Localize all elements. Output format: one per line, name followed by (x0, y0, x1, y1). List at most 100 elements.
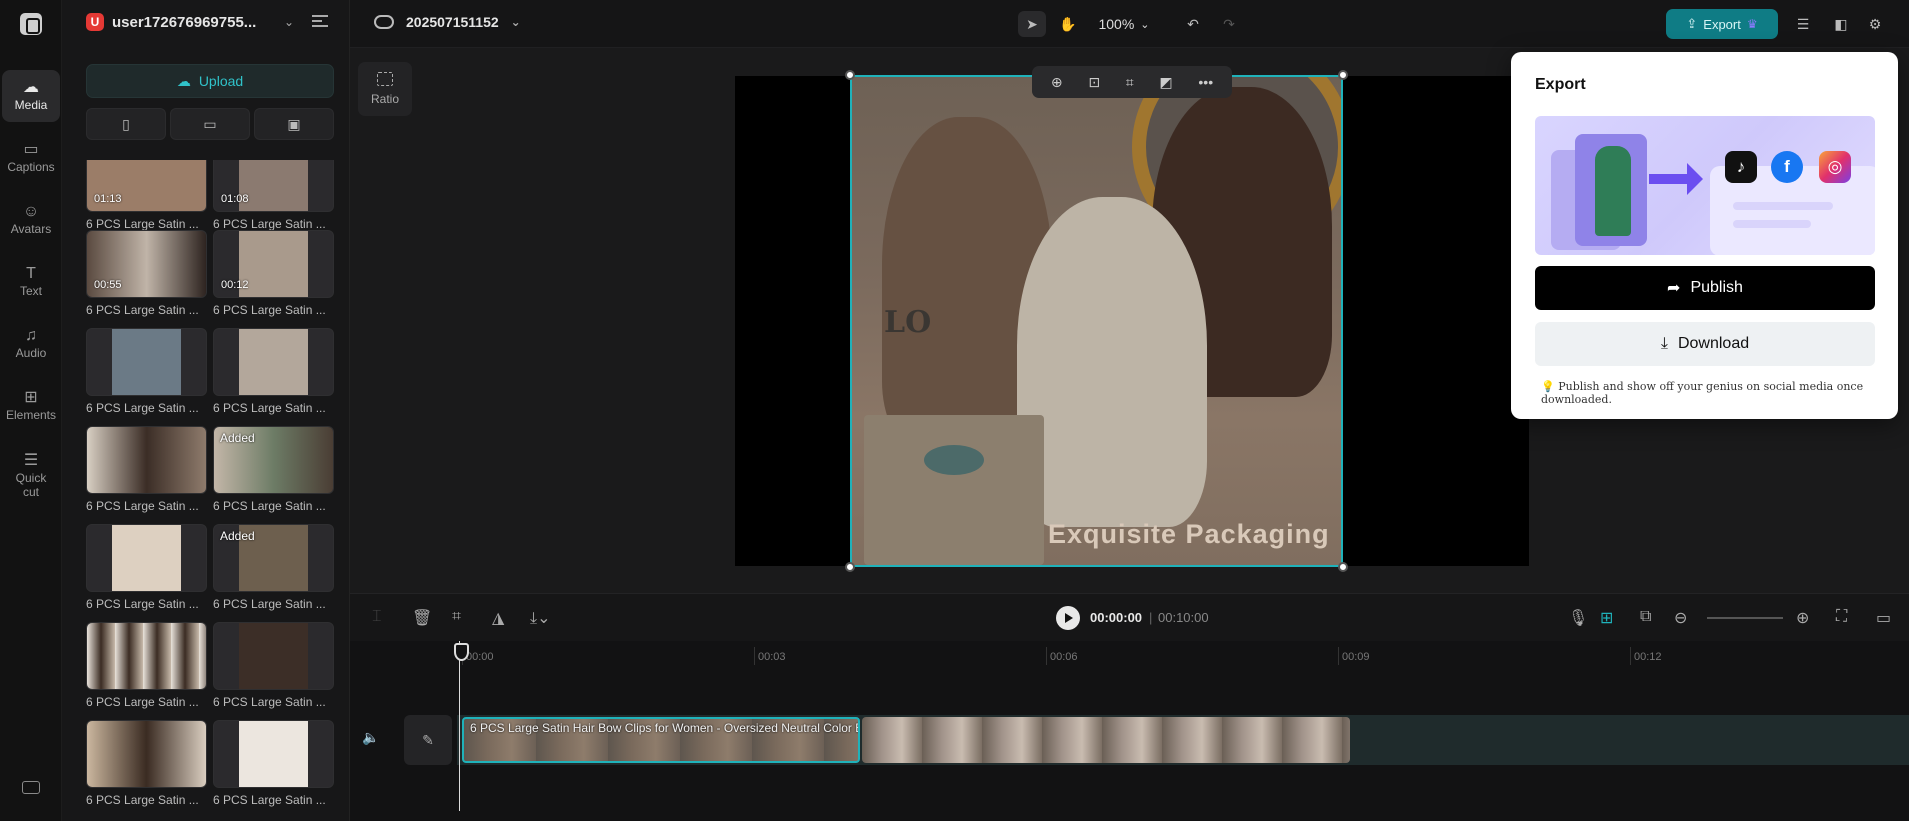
export-banner: ♪ f ◎ (1535, 116, 1875, 255)
upload-button[interactable]: ☁ Upload (86, 64, 334, 98)
rail-item-media[interactable]: ☁ Media (2, 70, 60, 122)
hand-tool-button[interactable]: ✋ (1054, 11, 1082, 37)
settings-button[interactable]: ⚙ (1862, 11, 1888, 37)
timeline[interactable]: 00:00 00:03 00:06 00:09 00:12 🔈 ✎ 6 PCS … (350, 641, 1909, 821)
media-item[interactable]: Added 6 PCS Large Satin ... (213, 426, 334, 513)
split-track-icon[interactable]: ⧉ (1640, 608, 1651, 626)
more-icon[interactable]: ••• (1198, 74, 1213, 90)
resize-handle[interactable] (845, 70, 855, 80)
banner-line (1733, 202, 1833, 210)
export-button[interactable]: ⇪ Export ♛ (1666, 9, 1778, 39)
crop-icon[interactable]: ⌗ (1126, 74, 1134, 91)
added-badge: Added (220, 431, 255, 445)
zoom-in-icon[interactable]: ⊕ (1796, 608, 1809, 628)
gift-box-image (864, 415, 1044, 565)
rail-item-label: Text (19, 283, 42, 298)
download-button[interactable]: ⤓ Download (1535, 322, 1875, 366)
filter-landscape-button[interactable]: ▣ (254, 108, 334, 140)
delete-icon[interactable]: 🗑 (412, 608, 432, 628)
timeline-clip[interactable] (862, 717, 1350, 763)
mute-track-icon[interactable]: 🔈 (362, 729, 379, 746)
selected-clip-preview[interactable]: LO Exquisite Packaging (850, 75, 1343, 567)
media-item[interactable]: 00:55 6 PCS Large Satin ... (86, 230, 207, 317)
rail-item-captions[interactable]: ▭ Captions (2, 132, 60, 184)
layout-button[interactable]: ◧ (1828, 11, 1854, 37)
rail-item-quick-cut[interactable]: ☰ Quick cut (2, 446, 60, 506)
redo-button[interactable]: ↷ (1216, 11, 1242, 37)
media-caption: 6 PCS Large Satin ... (86, 597, 199, 611)
resize-handle[interactable] (1338, 562, 1348, 572)
media-item[interactable]: 6 PCS Large Satin ... (86, 426, 207, 513)
text-icon: T (26, 264, 36, 282)
overlay-text: Exquisite Packaging (1048, 519, 1330, 549)
sort-menu-icon[interactable] (312, 15, 328, 27)
microphone-icon[interactable]: 🎙 (1568, 608, 1588, 628)
edit-track-button[interactable]: ✎ (404, 715, 452, 765)
media-item[interactable]: 6 PCS Large Satin ... (86, 720, 207, 807)
fullscreen-icon[interactable]: ⛶ (1836, 608, 1847, 626)
mask-icon[interactable]: ◩ (1159, 74, 1172, 91)
filter-portrait-button[interactable]: ▯ (86, 108, 166, 140)
media-item[interactable]: 6 PCS Large Satin ... (86, 328, 207, 415)
snap-icon[interactable]: ⊞ (1600, 608, 1613, 628)
zoom-slider[interactable] (1707, 617, 1783, 619)
media-item[interactable]: 01:08 6 PCS Large Satin ... (213, 160, 334, 231)
crop-icon[interactable]: ⌗ (452, 608, 461, 626)
fit-icon[interactable]: ⊡ (1088, 74, 1100, 91)
media-item[interactable]: 6 PCS Large Satin ... (213, 622, 334, 709)
media-thumbnail: Added (213, 426, 334, 494)
media-item[interactable]: 00:12 6 PCS Large Satin ... (213, 230, 334, 317)
undo-button[interactable]: ↶ (1180, 11, 1206, 37)
added-badge: Added (220, 529, 255, 543)
layers-button[interactable]: ☰ (1790, 11, 1816, 37)
select-tool-button[interactable]: ➤ (1018, 11, 1046, 37)
playhead[interactable] (454, 641, 469, 811)
upload-icon: ⇪ (1686, 16, 1698, 31)
zoom-select[interactable]: 100% ⌄ (1094, 11, 1154, 37)
rail-item-avatars[interactable]: ☺ Avatars (2, 194, 60, 246)
mirror-icon[interactable]: ◮ (492, 608, 504, 628)
caption-preview-icon[interactable]: ▭ (1876, 608, 1891, 628)
filter-video-button[interactable]: ▭ (170, 108, 250, 140)
project-menu[interactable]: 202507151152 ⌄ (374, 14, 521, 30)
cloud-sync-icon (374, 15, 394, 29)
export-note-text: Publish and show off your genius on soci… (1541, 380, 1864, 406)
media-caption: 6 PCS Large Satin ... (86, 217, 199, 231)
rail-item-label: Audio (15, 345, 47, 360)
media-duration: 01:08 (221, 193, 249, 205)
tick-label: 00:00 (466, 651, 494, 663)
download-label: Download (1677, 335, 1750, 352)
bow-image (1017, 197, 1207, 527)
replace-image-icon[interactable]: ⊕ (1051, 74, 1063, 91)
publish-button[interactable]: ➦ Publish (1535, 266, 1875, 310)
rail-item-label: Captions (7, 159, 55, 174)
user-menu[interactable]: U user172676969755... ⌄ (86, 13, 294, 31)
resize-handle[interactable] (845, 562, 855, 572)
split-icon[interactable]: ⌶ (372, 608, 382, 626)
media-thumbnail (86, 328, 207, 396)
rail-item-text[interactable]: T Text (2, 256, 60, 308)
facebook-icon: f (1771, 151, 1803, 183)
timeline-clip-selected[interactable]: 6 PCS Large Satin Hair Bow Clips for Wom… (462, 717, 860, 763)
export-note: 💡 Publish and show off your genius on so… (1541, 380, 1898, 406)
resize-handle[interactable] (1338, 70, 1348, 80)
keyboard-shortcuts-icon[interactable] (22, 781, 40, 794)
app-logo-icon[interactable] (20, 13, 42, 35)
media-item[interactable]: 6 PCS Large Satin ... (86, 524, 207, 611)
media-caption: 6 PCS Large Satin ... (86, 303, 199, 317)
media-item[interactable]: Added 6 PCS Large Satin ... (213, 524, 334, 611)
media-item[interactable]: 6 PCS Large Satin ... (213, 328, 334, 415)
media-item[interactable]: 6 PCS Large Satin ... (213, 720, 334, 807)
rail-item-audio[interactable]: ♫ Audio (2, 318, 60, 370)
tick-mark (754, 647, 755, 665)
download-icon[interactable]: ⤓⌄ (530, 608, 550, 628)
ratio-button[interactable]: Ratio (358, 62, 412, 116)
media-item[interactable]: 01:13 6 PCS Large Satin ... (86, 160, 207, 231)
rail-item-elements[interactable]: ⊞ Elements (2, 380, 60, 432)
zoom-out-icon[interactable]: ⊖ (1674, 608, 1687, 628)
media-item[interactable]: 6 PCS Large Satin ... (86, 622, 207, 709)
chevron-down-icon: ⌄ (284, 15, 295, 29)
split-layout-icon: ◧ (1834, 15, 1848, 32)
play-button[interactable] (1056, 606, 1080, 630)
video-icon: ▭ (203, 115, 217, 132)
